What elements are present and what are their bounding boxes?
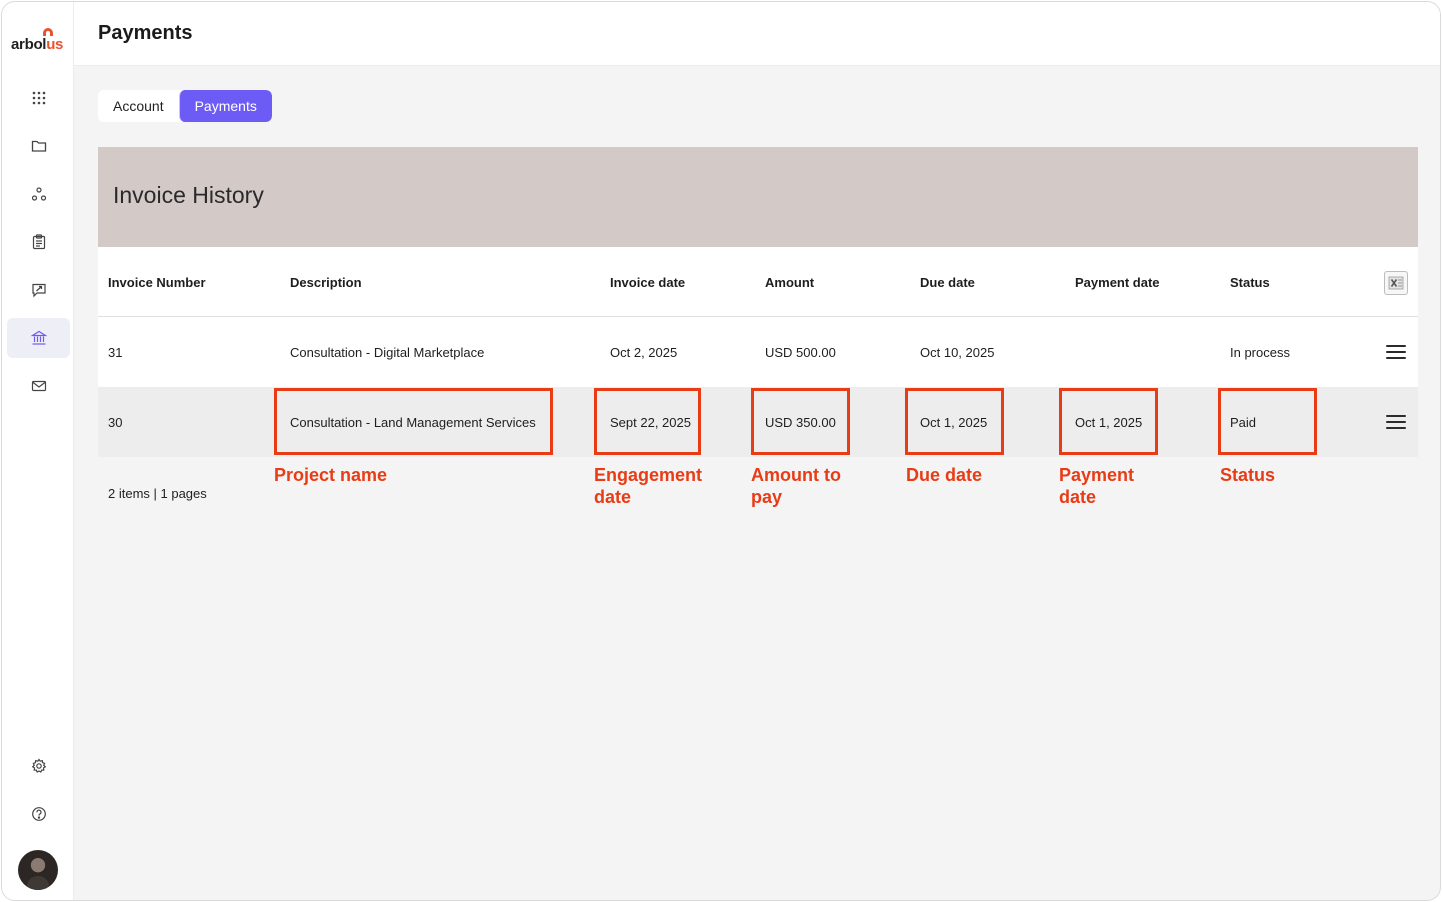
sidebar-item-inbox[interactable] <box>7 366 70 406</box>
annotation-label-project-name: Project name <box>274 465 388 485</box>
sidebar-item-projects[interactable] <box>7 126 70 166</box>
sidebar-item-help[interactable] <box>7 794 70 834</box>
annotation-label-status: Status <box>1220 465 1276 485</box>
menu-line <box>1386 345 1406 347</box>
folder-icon <box>31 140 46 152</box>
invoice-history-title: Invoice History <box>113 182 264 208</box>
top-bar: Payments <box>74 2 1440 66</box>
menu-line <box>1386 351 1406 353</box>
sidebar-item-payments[interactable] <box>7 318 70 358</box>
help-icon <box>31 807 46 821</box>
arbolus-logo[interactable]: arbolus <box>10 26 68 56</box>
pagination-summary: 2 items | 1 pages <box>108 486 207 501</box>
cell-invoice-number: 31 <box>108 344 123 360</box>
column-header-invoice-number[interactable]: Invoice Number <box>108 247 206 317</box>
annotation-label-engagement-date: Engagement date <box>594 465 703 507</box>
mail-icon <box>31 380 46 392</box>
chat-icon <box>31 283 46 298</box>
app-window: arbolus Payments Account Payments Invoic… <box>1 1 1441 901</box>
cell-status: In process <box>1230 344 1290 360</box>
user-avatar[interactable] <box>18 850 58 890</box>
menu-line <box>1386 415 1406 417</box>
tab-payments[interactable]: Payments <box>178 90 272 122</box>
bank-icon <box>30 330 47 345</box>
column-header-payment-date[interactable]: Payment date <box>1075 247 1160 317</box>
export-excel-button[interactable] <box>1384 271 1408 295</box>
annotation-label-payment-date: Payment date <box>1059 465 1135 507</box>
cell-description: Consultation - Digital Marketplace <box>290 344 485 360</box>
column-header-invoice-date[interactable]: Invoice date <box>610 247 685 317</box>
excel-icon <box>1388 276 1404 290</box>
annotation-box-due-date <box>905 388 1004 455</box>
page-title: Payments <box>98 22 193 44</box>
annotation-box-status <box>1218 388 1317 455</box>
column-header-due-date[interactable]: Due date <box>920 247 975 317</box>
cell-due-date: Oct 10, 2025 <box>920 344 995 360</box>
annotation-box-amount <box>751 388 850 455</box>
sidebar: arbolus <box>2 2 74 900</box>
invoice-history-header: Invoice History <box>98 147 1418 247</box>
annotation-box-invoice-date <box>594 388 701 455</box>
column-header-amount[interactable]: Amount <box>765 247 814 317</box>
logo-text: arbolus <box>11 36 64 53</box>
annotation-label-due-date: Due date <box>906 465 983 485</box>
clipboard-icon <box>32 234 45 250</box>
menu-line <box>1386 421 1406 423</box>
column-header-description[interactable]: Description <box>290 247 362 317</box>
sidebar-item-dashboard[interactable] <box>7 78 70 118</box>
sidebar-item-settings[interactable] <box>7 746 70 786</box>
row-menu-button[interactable] <box>1386 343 1406 361</box>
annotation-box-description <box>274 388 553 455</box>
network-icon <box>31 187 46 201</box>
cell-invoice-number: 30 <box>108 414 123 430</box>
menu-line <box>1386 427 1406 429</box>
column-header-status[interactable]: Status <box>1230 247 1270 317</box>
sidebar-item-documents[interactable] <box>7 222 70 262</box>
table-row[interactable]: 31 Consultation - Digital Marketplace Oc… <box>98 317 1418 387</box>
table-header-row: Invoice Number Description Invoice date … <box>98 247 1418 317</box>
tab-account[interactable]: Account <box>98 90 179 122</box>
tab-group: Account Payments <box>98 90 272 122</box>
grid-icon <box>32 91 45 105</box>
cell-invoice-date: Oct 2, 2025 <box>610 344 678 360</box>
sidebar-item-network[interactable] <box>7 174 70 214</box>
annotation-label-amount-to-pay: Amount to pay <box>751 465 841 507</box>
sidebar-item-messages[interactable] <box>7 270 70 310</box>
menu-line <box>1386 357 1406 359</box>
annotation-box-payment-date <box>1059 388 1158 455</box>
row-menu-button[interactable] <box>1386 413 1406 431</box>
cell-amount: USD 500.00 <box>765 344 836 360</box>
gear-icon <box>31 758 46 773</box>
